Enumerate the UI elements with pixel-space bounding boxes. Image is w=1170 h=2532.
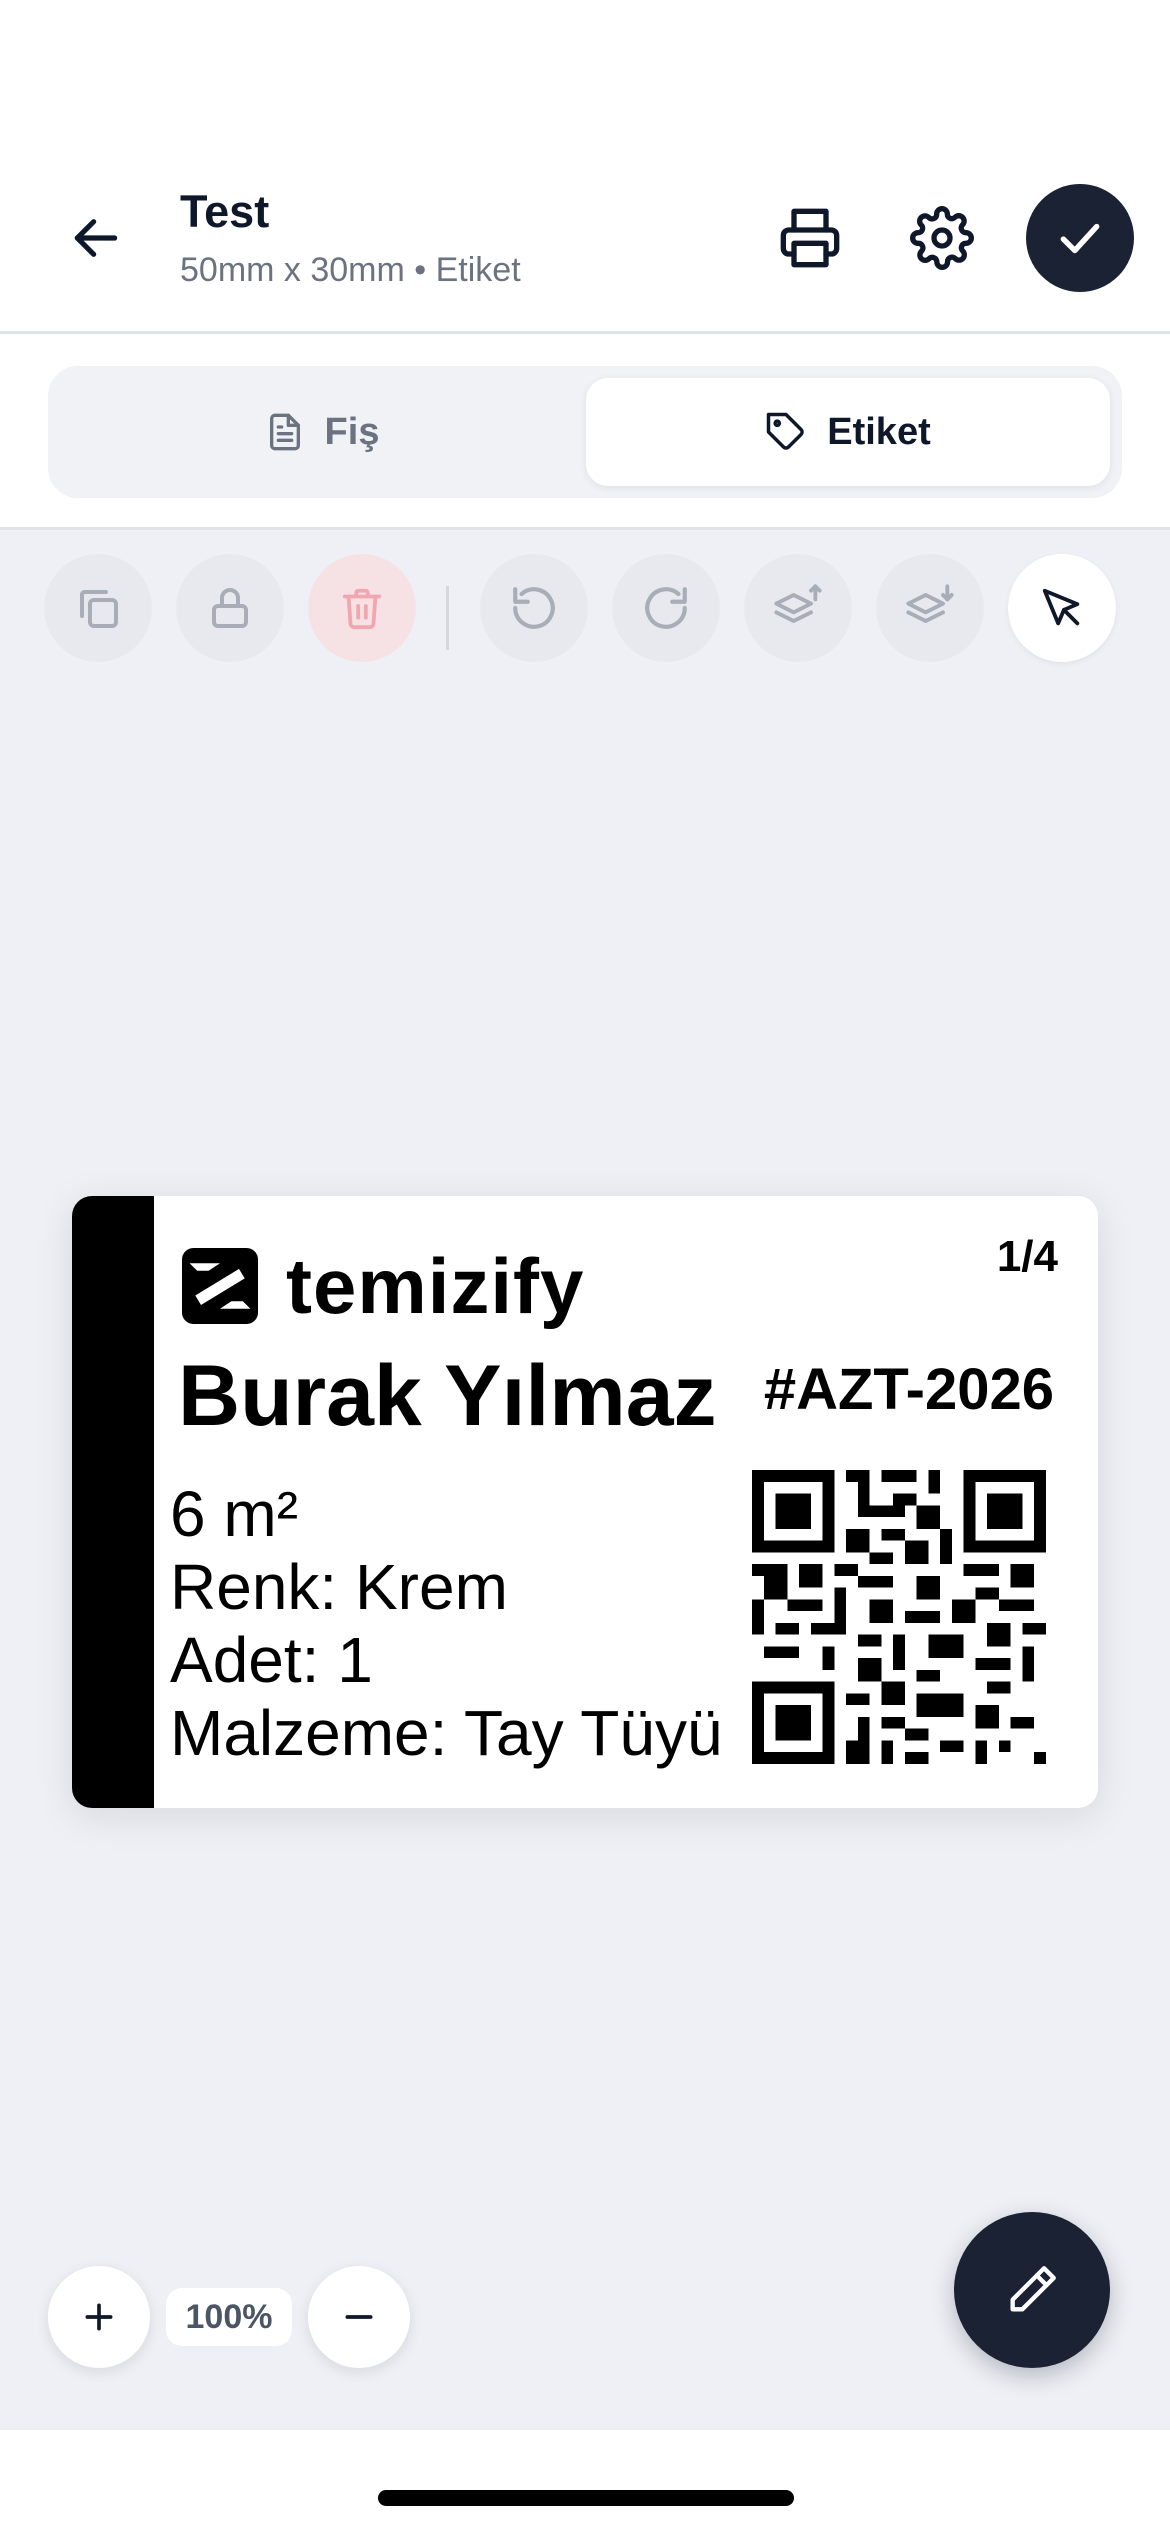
plus-icon [85,2303,113,2331]
undo-button[interactable] [480,554,588,662]
select-cursor-icon [1042,588,1080,626]
detail-quantity: Adet: 1 [170,1624,373,1696]
detail-material: Malzeme: Tay Tüyü [170,1697,723,1769]
confirm-button[interactable] [1026,184,1134,292]
trash-icon [342,588,382,630]
editor-toolbar [0,554,1170,666]
zoom-out-button[interactable] [308,2266,410,2368]
settings-button[interactable] [900,196,984,280]
layer-down-icon [906,584,954,623]
gear-icon [910,206,974,270]
minus-icon [345,2315,373,2319]
mode-toggle: Fiş Etiket [48,366,1122,498]
lock-button[interactable] [176,554,284,662]
undo-icon [513,587,555,629]
order-code[interactable]: #AZT-2026 [764,1356,1054,1423]
label-preview[interactable]: temizify 1/4 Burak Yılmaz #AZT-2026 6 m²… [72,1196,1098,1808]
back-button[interactable] [58,200,134,276]
tab-receipt-label: Fiş [324,410,380,453]
arrow-left-icon [74,219,118,257]
toolbar-divider [446,586,449,650]
mode-toggle-area: Fiş Etiket [0,334,1170,530]
send-backward-button[interactable] [876,554,984,662]
home-indicator[interactable] [378,2490,794,2506]
document-icon [265,412,305,452]
checkmark-icon [1060,223,1100,254]
layer-up-icon [774,584,822,623]
detail-color: Renk: Krem [170,1551,508,1623]
detail-area: 6 m² [170,1478,298,1550]
template-subtitle: 50mm x 30mm • Etiket [180,251,521,289]
printer-icon [780,208,840,268]
redo-button[interactable] [612,554,720,662]
brand-name: temizify [286,1242,585,1330]
design-canvas[interactable]: temizify 1/4 Burak Yılmaz #AZT-2026 6 m²… [0,530,1170,2430]
tab-label[interactable]: Etiket [586,378,1110,486]
duplicate-button[interactable] [44,554,152,662]
label-side-bar [72,1196,154,1808]
item-details[interactable]: 6 m² Renk: Krem Adet: 1 Malzeme: Tay Tüy… [170,1478,723,1770]
lock-icon [212,588,248,628]
tab-label-label: Etiket [827,410,931,453]
zoom-in-button[interactable] [48,2266,150,2368]
redo-icon [645,587,687,629]
tag-icon [765,411,807,453]
duplicate-icon [80,590,118,628]
delete-button[interactable] [308,554,416,662]
template-title: Test [180,186,270,237]
template-title-block: Test 50mm x 30mm • Etiket [180,186,521,290]
page-count[interactable]: 1/4 [997,1232,1058,1282]
tab-receipt[interactable]: Fiş [60,378,584,486]
brand-mark-icon [182,1248,258,1324]
edit-fab-button[interactable] [954,2212,1110,2368]
brand-logo[interactable]: temizify [182,1246,584,1326]
zoom-level: 100% [166,2288,292,2346]
pencil-icon [1010,2266,1056,2312]
bottom-safe-area [0,2430,1170,2532]
top-bar: Test 50mm x 30mm • Etiket [0,0,1170,334]
customer-name[interactable]: Burak Yılmaz [178,1346,717,1446]
select-tool-button[interactable] [1008,554,1116,662]
bring-forward-button[interactable] [744,554,852,662]
print-button[interactable] [768,196,852,280]
qr-code[interactable] [752,1470,1046,1764]
